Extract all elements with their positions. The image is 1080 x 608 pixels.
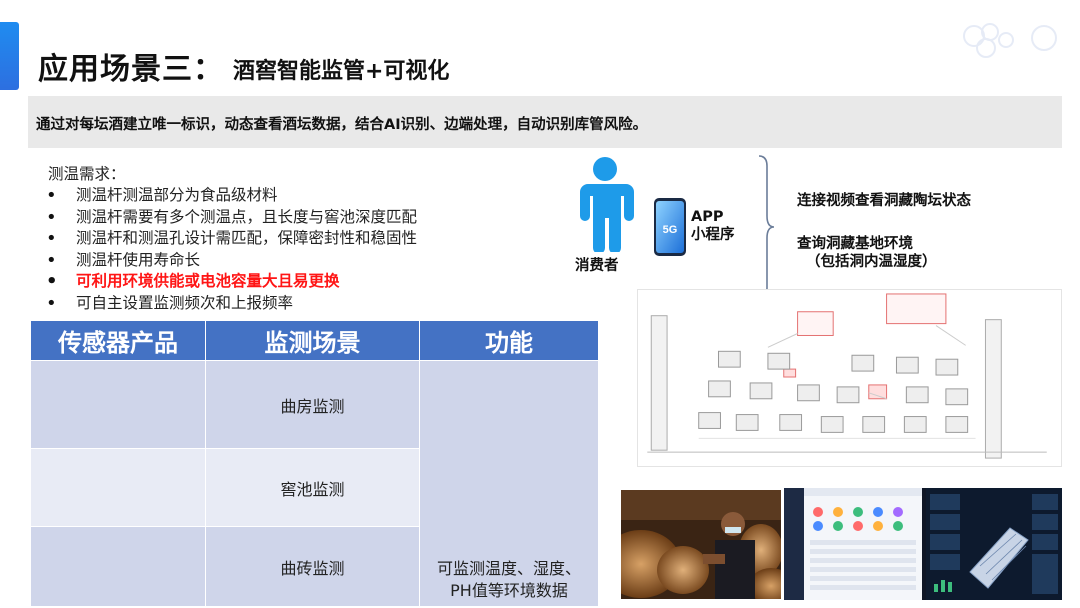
phone-badge-text: 5G xyxy=(663,224,678,236)
app-label-line-2: 小程序 xyxy=(691,227,735,243)
table-cell-product xyxy=(30,360,206,449)
requirement-item: 测温杆和测温孔设计需匹配，保障密封性和稳固性 xyxy=(46,228,417,250)
cellar-layout-diagram xyxy=(637,289,1062,467)
table-row: 曲房监测 可监测温度、湿度、 PH值等环境数据 xyxy=(30,360,599,607)
table-cell-scene: 窖池监测 xyxy=(205,448,420,527)
table-cell-product xyxy=(30,448,206,527)
requirement-item: 测温杆测温部分为食品级材料 xyxy=(46,185,417,207)
title-accent-bar xyxy=(0,22,19,90)
table-header-product: 传感器产品 xyxy=(30,320,206,361)
app-label-line-1: APP xyxy=(691,209,724,225)
requirement-item: 测温杆需要有多个测温点，且长度与窖池深度匹配 xyxy=(46,207,417,229)
table-cell-scene: 曲砖监测 xyxy=(205,526,420,607)
person-icon xyxy=(580,157,634,252)
function-line-2: PH值等环境数据 xyxy=(450,581,568,600)
feature-video-status: 连接视频查看洞藏陶坛状态 xyxy=(797,193,971,209)
table-cell-function: 可监测温度、湿度、 PH值等环境数据 xyxy=(419,360,599,607)
intro-banner: 通过对每坛酒建立唯一标识，动态查看酒坛数据，结合AI识别、边端处理，自动识别库管… xyxy=(28,96,1062,148)
requirements-list: 测温杆测温部分为食品级材料 测温杆需要有多个测温点，且长度与窖池深度匹配 测温杆… xyxy=(46,185,417,314)
table-header-scene: 监测场景 xyxy=(205,320,420,361)
requirements-heading: 测温需求： xyxy=(48,165,126,183)
feature-environment-detail: （包括洞内温湿度） xyxy=(806,254,937,270)
consumer-label: 消费者 xyxy=(575,258,619,274)
cellar-photo xyxy=(621,490,781,599)
requirement-item: 测温杆使用寿命长 xyxy=(46,250,417,272)
table-cell-scene: 曲房监测 xyxy=(205,360,420,449)
table-cell-product xyxy=(30,526,206,607)
logo-watermark-icon xyxy=(963,23,1057,58)
intro-banner-text: 通过对每坛酒建立唯一标识，动态查看酒坛数据，结合AI识别、边端处理，自动识别库管… xyxy=(36,117,648,133)
requirement-item-highlight: 可利用环境供能或电池容量大且易更换 xyxy=(46,271,417,293)
sensor-table: 传感器产品 监测场景 功能 曲房监测 可监测温度、湿度、 PH值等环境数据 窖池… xyxy=(30,320,599,607)
page-subtitle: 酒窖智能监管+可视化 xyxy=(233,59,450,84)
app-label: APP 小程序 xyxy=(691,208,735,244)
table-header-row: 传感器产品 监测场景 功能 xyxy=(30,320,599,361)
function-line-1: 可监测温度、湿度、 xyxy=(436,559,581,578)
requirement-item: 可自主设置监测频次和上报频率 xyxy=(46,293,417,315)
phone-icon: 5G xyxy=(654,198,686,256)
page-title: 应用场景三： xyxy=(38,52,224,87)
table-header-function: 功能 xyxy=(419,320,599,361)
dashboard-screenshot xyxy=(784,488,1062,600)
brace-icon xyxy=(758,155,775,299)
